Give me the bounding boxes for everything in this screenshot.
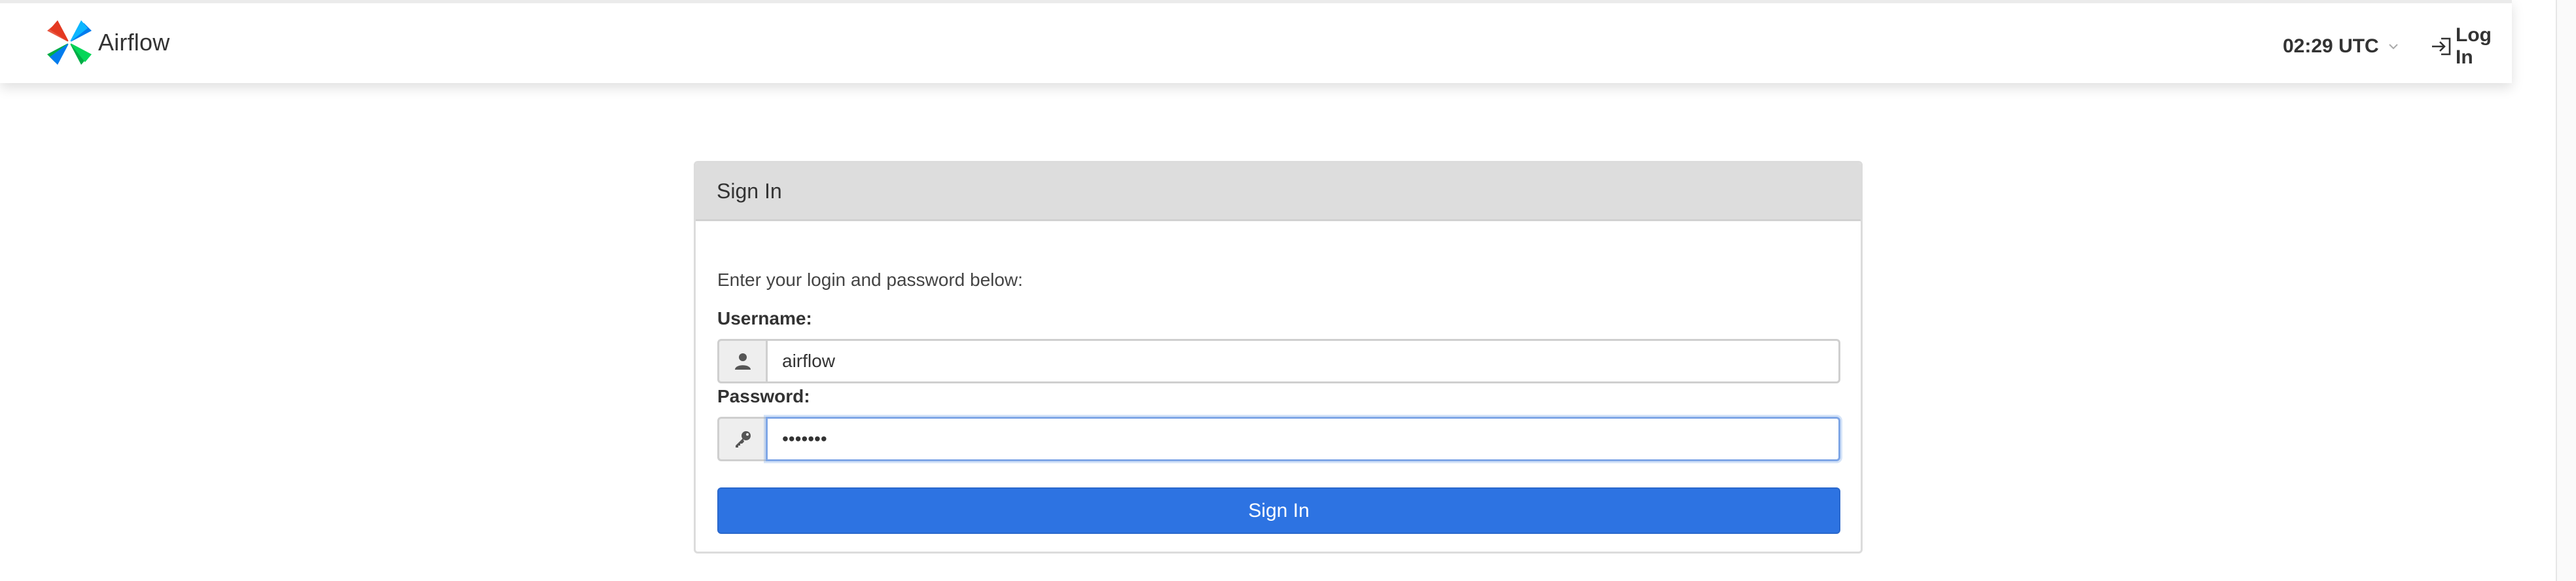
page-scrollbar[interactable] [2556,0,2576,581]
password-field[interactable] [766,417,1840,461]
airflow-pinwheel-icon [45,18,94,67]
user-icon [717,339,766,383]
top-navbar: Airflow 02:29 UTC Log In [0,0,2512,83]
brand-name: Airflow [98,29,170,56]
signin-instructions: Enter your login and password below: [717,270,1023,290]
brand-link[interactable]: Airflow [45,16,170,69]
login-link[interactable]: Log In [2429,24,2512,68]
username-input-group [717,339,1840,383]
signin-panel: Sign In Enter your login and password be… [694,161,1863,554]
utc-clock-dropdown[interactable]: 02:29 UTC [2283,33,2399,60]
password-label: Password: [717,386,810,406]
password-input-group [717,417,1840,461]
clock-label: 02:29 UTC [2283,35,2379,57]
login-label: Log In [2456,24,2492,68]
login-icon [2429,34,2456,59]
panel-title: Sign In [696,163,1861,221]
username-label: Username: [717,308,812,328]
key-icon [717,417,766,461]
chevron-down-icon [2379,43,2399,50]
username-field[interactable] [766,339,1840,383]
sign-in-button[interactable]: Sign In [717,487,1840,534]
